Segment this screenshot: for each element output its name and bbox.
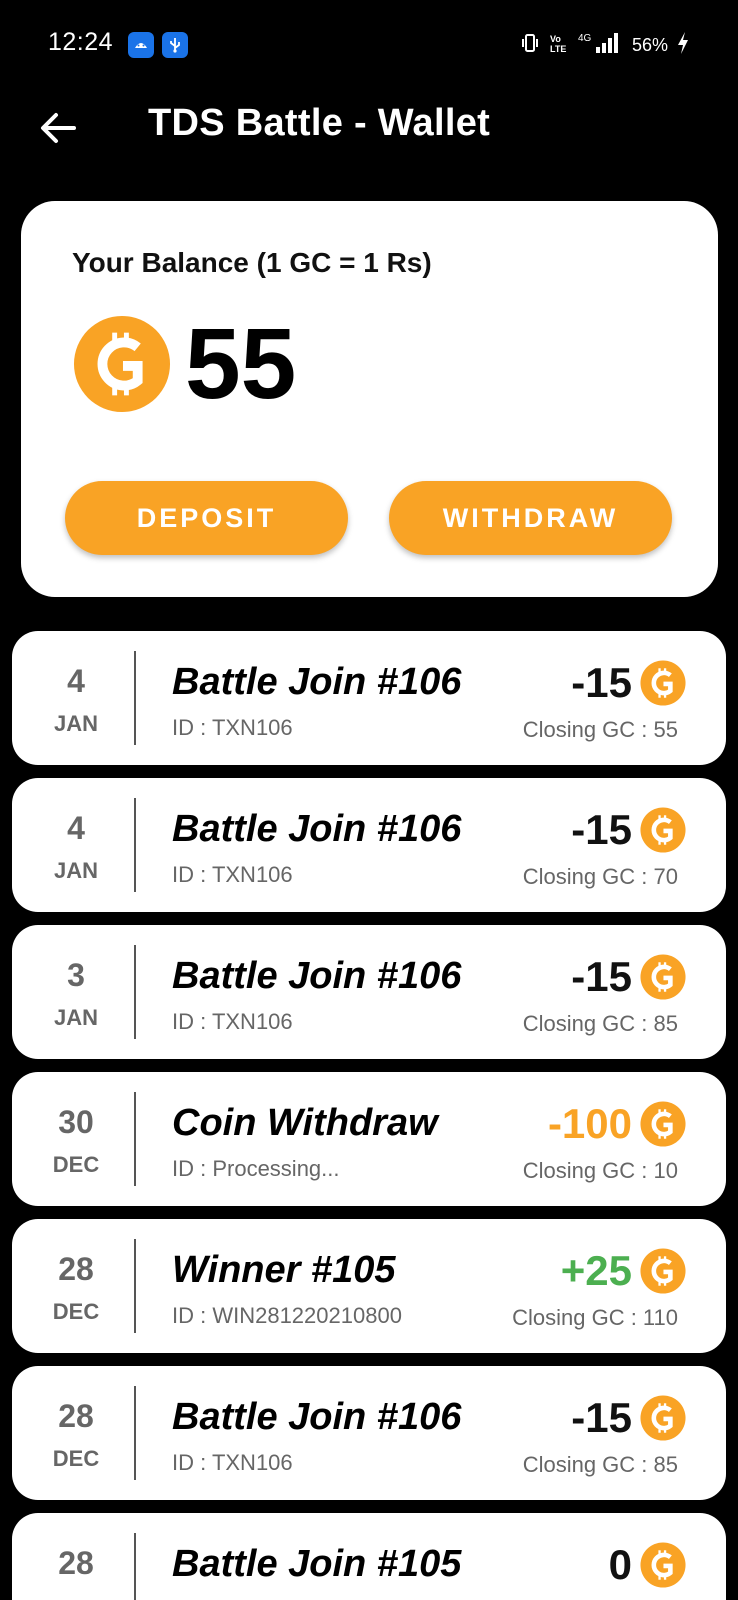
tx-day: 3 xyxy=(67,957,85,993)
transaction-item[interactable]: 30 DEC Coin Withdraw ID : Processing... … xyxy=(12,1072,726,1206)
tx-amount: -15 xyxy=(571,659,632,706)
gold-coin-icon xyxy=(73,315,171,413)
divider xyxy=(134,1092,136,1186)
gold-coin-icon xyxy=(640,1248,686,1294)
tx-id: ID : Processing... xyxy=(172,1156,340,1181)
tx-day: 4 xyxy=(67,663,85,699)
svg-text:LTE: LTE xyxy=(550,44,566,54)
divider xyxy=(134,798,136,892)
tx-day: 28 xyxy=(58,1398,94,1434)
tx-amount: 0 xyxy=(608,1541,632,1588)
transaction-item[interactable]: 4 JAN Battle Join #106 ID : TXN106 -15 C… xyxy=(12,631,726,765)
status-bar: 12:24 Vo LTE 4G 56% xyxy=(0,0,738,90)
divider xyxy=(134,945,136,1039)
transaction-item[interactable]: 4 JAN Battle Join #106 ID : TXN106 -15 C… xyxy=(12,778,726,912)
tx-amount-group: -100 xyxy=(548,1100,686,1148)
tx-title: Battle Join #106 xyxy=(172,808,462,850)
page-title: TDS Battle - Wallet xyxy=(148,102,491,144)
status-right-group: Vo LTE 4G 56% xyxy=(520,30,690,60)
wallet-screen: 12:24 Vo LTE 4G 56% TDS Battle - Wallet … xyxy=(0,0,738,1600)
tx-amount-group: +25 xyxy=(561,1247,686,1295)
tx-title: Battle Join #106 xyxy=(172,1396,462,1438)
battery-percent: 56% xyxy=(631,34,668,55)
tx-amount-group: -15 xyxy=(571,953,686,1001)
tx-day: 28 xyxy=(58,1545,94,1581)
back-button[interactable] xyxy=(34,104,82,152)
tx-title: Battle Join #106 xyxy=(172,955,462,997)
tx-month: JAN xyxy=(53,1005,98,1030)
transaction-item[interactable]: 28 DEC Winner #105 ID : WIN281220210800 … xyxy=(12,1219,726,1353)
divider xyxy=(134,1239,136,1333)
withdraw-button[interactable]: WITHDRAW xyxy=(389,481,672,555)
tx-month: JAN xyxy=(53,711,98,736)
gold-coin-icon xyxy=(640,954,686,1000)
tx-closing-balance: Closing GC : 110 xyxy=(512,1305,678,1330)
status-time: 12:24 xyxy=(48,28,114,56)
tx-id: ID : TXN106 xyxy=(172,715,293,740)
signal-icon: 4G xyxy=(578,31,624,60)
transaction-item[interactable]: 28 DEC Battle Join #106 ID : TXN106 -15 … xyxy=(12,1366,726,1500)
tx-month: DEC xyxy=(52,1152,100,1177)
gold-coin-icon xyxy=(640,660,686,706)
usb-icon xyxy=(162,32,188,58)
gold-coin-icon xyxy=(640,807,686,853)
gold-coin-icon xyxy=(640,1542,686,1588)
tx-id: ID : TXN106 xyxy=(172,1450,293,1475)
tx-day: 28 xyxy=(58,1251,94,1287)
tx-amount: -15 xyxy=(571,953,632,1000)
charging-icon xyxy=(676,31,690,60)
tx-amount-group: -15 xyxy=(571,1394,686,1442)
tx-closing-balance: Closing GC : 10 xyxy=(522,1158,678,1183)
tx-amount-group: -15 xyxy=(571,806,686,854)
deposit-button[interactable]: DEPOSIT xyxy=(65,481,348,555)
tx-amount: -15 xyxy=(571,806,632,853)
tx-closing-balance: Closing GC : 70 xyxy=(522,864,678,889)
volte-icon: Vo LTE xyxy=(548,32,570,59)
tx-amount-group: 0 xyxy=(609,1541,686,1589)
tx-title: Battle Join #106 xyxy=(172,661,462,703)
tx-title: Battle Join #105 xyxy=(172,1543,462,1585)
android-icon xyxy=(128,32,154,58)
tx-day: 4 xyxy=(67,810,85,846)
tx-id: ID : TXN106 xyxy=(172,1009,293,1034)
tx-closing-balance: Closing GC : 55 xyxy=(522,717,678,742)
svg-text:Vo: Vo xyxy=(550,34,561,44)
tx-amount: -100 xyxy=(547,1100,632,1147)
tx-month: DEC xyxy=(52,1299,100,1324)
gold-coin-icon xyxy=(640,1101,686,1147)
divider xyxy=(134,651,136,745)
tx-amount: +25 xyxy=(560,1247,632,1294)
tx-amount-group: -15 xyxy=(571,659,686,707)
balance-label: Your Balance (1 GC = 1 Rs) xyxy=(72,247,432,278)
app-bar: TDS Battle - Wallet xyxy=(0,90,738,200)
tx-month: DEC xyxy=(52,1446,100,1471)
tx-title: Coin Withdraw xyxy=(172,1102,438,1144)
divider xyxy=(134,1386,136,1480)
divider xyxy=(134,1533,136,1600)
transaction-item[interactable]: 28 Battle Join #105 0 xyxy=(12,1513,726,1600)
tx-id: ID : TXN106 xyxy=(172,862,293,887)
tx-day: 30 xyxy=(58,1104,94,1140)
vibrate-icon xyxy=(520,32,540,59)
balance-amount: 55 xyxy=(185,308,297,420)
transaction-item[interactable]: 3 JAN Battle Join #106 ID : TXN106 -15 C… xyxy=(12,925,726,1059)
balance-card: Your Balance (1 GC = 1 Rs) 55 DEPOSIT WI… xyxy=(21,201,718,597)
back-arrow-icon xyxy=(41,113,76,143)
network-label: 4G xyxy=(578,33,592,44)
gold-coin-icon xyxy=(640,1395,686,1441)
tx-id: ID : WIN281220210800 xyxy=(172,1303,402,1328)
tx-closing-balance: Closing GC : 85 xyxy=(522,1452,678,1477)
tx-closing-balance: Closing GC : 85 xyxy=(522,1011,678,1036)
tx-month: JAN xyxy=(53,858,98,883)
tx-title: Winner #105 xyxy=(172,1249,396,1291)
tx-amount: -15 xyxy=(571,1394,632,1441)
